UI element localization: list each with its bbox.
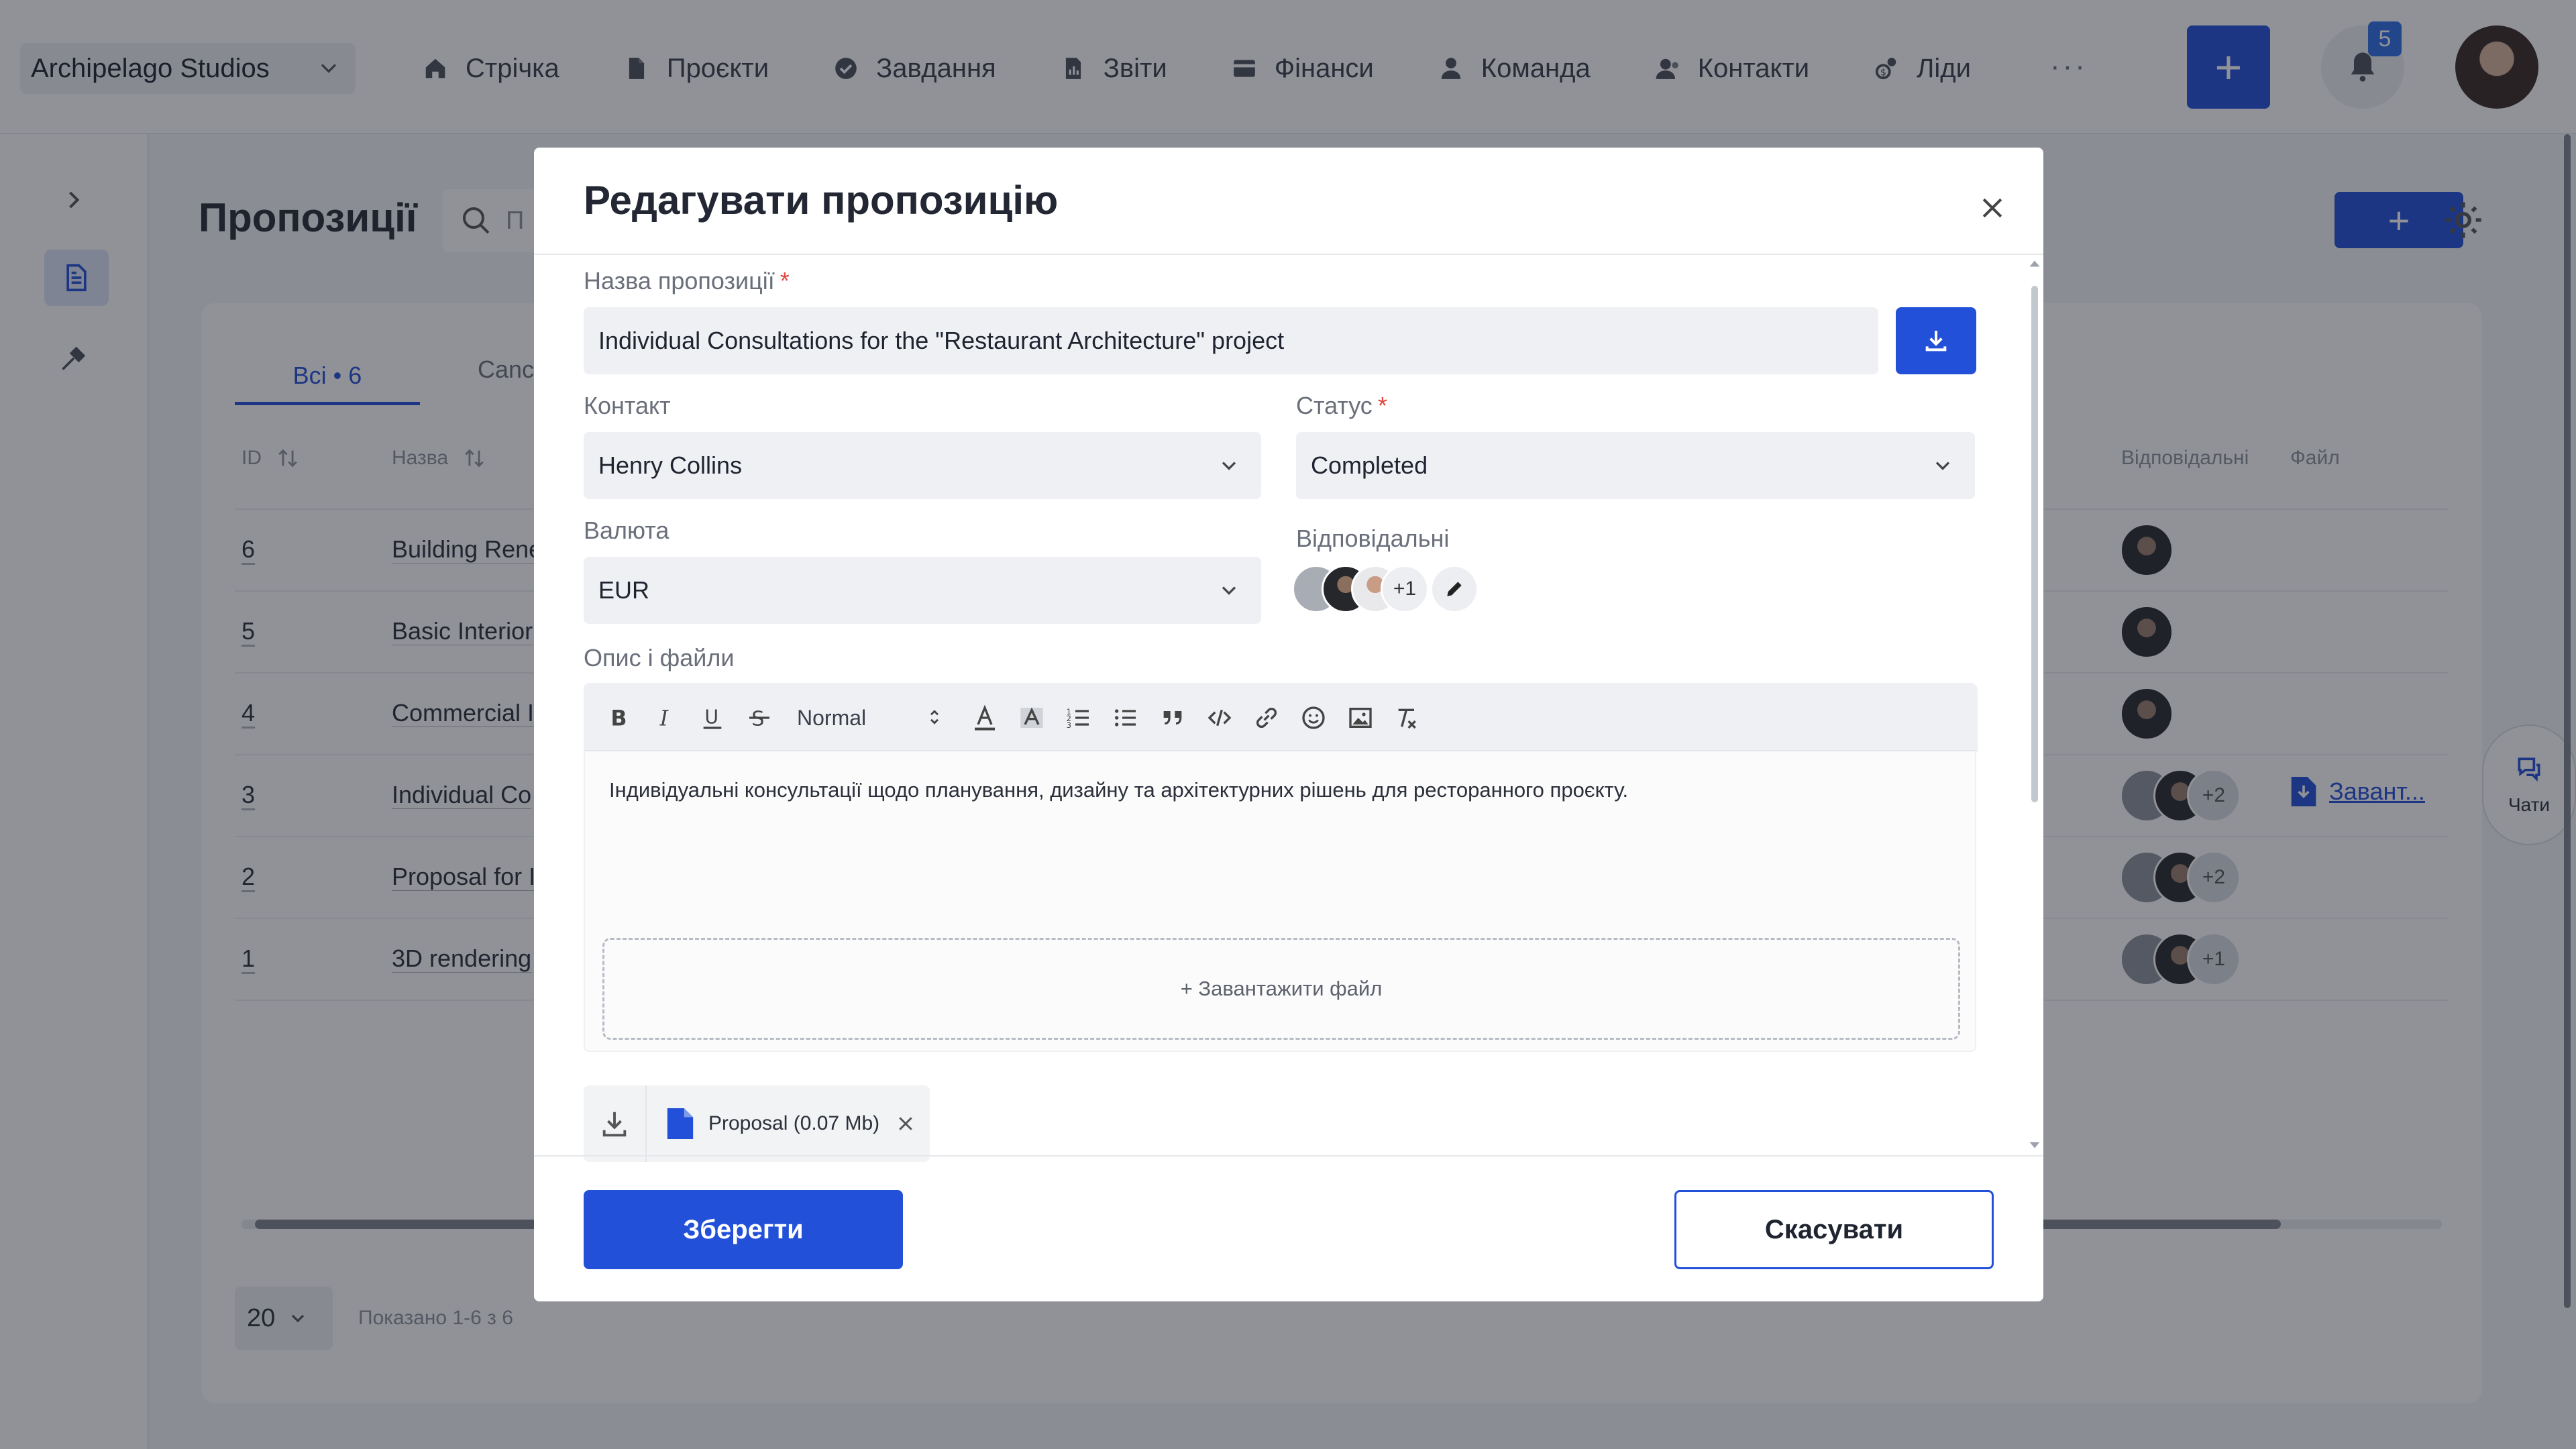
attachment-chip: Proposal (0.07 Mb) [584, 1085, 930, 1162]
underline-icon: U [703, 706, 722, 729]
description-label: Опис і файли [584, 644, 735, 672]
italic-icon: I [659, 707, 669, 731]
proposal-name-value: Individual Consultations for the "Restau… [598, 327, 1285, 354]
status-label: Статус * [1296, 392, 1387, 420]
status-value: Completed [1311, 451, 1428, 479]
editor-toolbar: B I U S Normal 123 [585, 684, 1978, 751]
currency-value: EUR [598, 576, 650, 604]
app-background: Archipelago Studios Стрічка Проєкти Завд… [0, 0, 2576, 1449]
modal-title: Редагувати пропозицію [584, 178, 1059, 223]
image-icon [1349, 708, 1372, 728]
status-select[interactable]: Completed [1296, 432, 1975, 499]
text-style-value: Normal [797, 705, 867, 730]
underline-button[interactable]: U [699, 704, 726, 731]
text-style-select[interactable]: Normal [797, 702, 945, 734]
edit-proposal-modal: Редагувати пропозицію Назва пропозиції * … [534, 148, 2043, 1301]
remove-attachment-icon[interactable] [896, 1114, 916, 1134]
proposal-name-input[interactable]: Individual Consultations for the "Restau… [584, 307, 1878, 374]
cancel-button[interactable]: Скасувати [1674, 1190, 1994, 1269]
required-mark: * [1377, 392, 1387, 419]
ordered-list-icon: 123 [1067, 707, 1089, 730]
emoji-button[interactable] [1300, 704, 1327, 731]
ordered-list-button[interactable]: 123 [1065, 704, 1092, 731]
italic-button[interactable]: I [652, 704, 679, 731]
more-responsible-count: +1 [1381, 565, 1429, 613]
text-color-button[interactable] [971, 704, 998, 731]
currency-label: Валюта [584, 517, 669, 544]
highlight-icon [1020, 707, 1043, 728]
quote-icon [1163, 711, 1182, 724]
scroll-up-arrow-icon[interactable] [2029, 258, 2041, 270]
svg-text:I: I [659, 707, 669, 731]
required-mark: * [780, 267, 790, 294]
edit-responsible-button[interactable] [1430, 565, 1479, 613]
bullet-list-icon [1115, 709, 1136, 727]
close-modal-button[interactable] [1970, 185, 2015, 231]
download-icon [602, 1112, 627, 1137]
contact-label: Контакт [584, 392, 671, 419]
highlight-button[interactable] [1018, 704, 1045, 731]
download-proposal-button[interactable] [1896, 307, 1976, 374]
bullet-list-button[interactable] [1112, 704, 1139, 731]
pencil-icon [1447, 582, 1462, 596]
file-upload-dropzone[interactable]: + Завантажити файл [602, 938, 1960, 1040]
rich-text-editor: B I U S Normal 123 Індивідуальні консуль… [584, 683, 1978, 1199]
editor-box: B I U S Normal 123 Індивідуальні консуль… [584, 683, 1978, 1052]
chevron-down-icon [1935, 462, 1950, 470]
close-icon [1982, 198, 2002, 218]
image-button[interactable] [1347, 704, 1374, 731]
modal-header-divider [534, 254, 2043, 255]
svg-text:S: S [751, 708, 764, 731]
download-icon [1925, 331, 1947, 352]
svg-text:U: U [704, 706, 718, 728]
modal-scrollbar-thumb[interactable] [2031, 286, 2038, 802]
link-button[interactable] [1253, 704, 1280, 731]
label-text: Назва пропозиції [584, 267, 775, 294]
contact-select[interactable]: Henry Collins [584, 432, 1261, 499]
text-color-icon [975, 704, 995, 731]
clear-format-button[interactable] [1394, 704, 1421, 731]
attachment-name[interactable]: Proposal (0.07 Mb) [708, 1112, 879, 1135]
emoji-icon [1302, 706, 1325, 729]
save-button[interactable]: Зберегти [584, 1190, 903, 1269]
responsible-label: Відповідальні [1296, 525, 1450, 552]
strikethrough-button[interactable]: S [746, 704, 773, 731]
code-button[interactable] [1206, 704, 1233, 731]
clear-format-icon [1398, 708, 1416, 729]
strikethrough-icon: S [749, 708, 769, 731]
bold-icon: B [610, 707, 627, 731]
link-icon [1256, 708, 1277, 728]
label-text: Статус [1296, 392, 1373, 419]
modal-footer-divider [534, 1155, 2043, 1157]
svg-text:3: 3 [1067, 720, 1071, 730]
name-label: Назва пропозиції * [584, 267, 790, 295]
chevron-down-icon [1222, 462, 1236, 470]
up-down-chevron-icon [930, 710, 938, 724]
svg-text:B: B [610, 707, 627, 731]
blockquote-button[interactable] [1159, 704, 1186, 731]
chevron-down-icon [1222, 586, 1236, 595]
currency-select[interactable]: EUR [584, 557, 1261, 624]
bold-button[interactable]: B [605, 704, 632, 731]
attachment-download-button[interactable] [584, 1085, 647, 1162]
responsible-avatars: +1 [1292, 565, 1479, 613]
description-text[interactable]: Індивідуальні консультації щодо плануван… [609, 778, 1628, 802]
code-icon [1208, 709, 1232, 727]
contact-value: Henry Collins [598, 451, 743, 479]
file-icon [667, 1108, 694, 1139]
scroll-down-arrow-icon[interactable] [2029, 1139, 2041, 1151]
